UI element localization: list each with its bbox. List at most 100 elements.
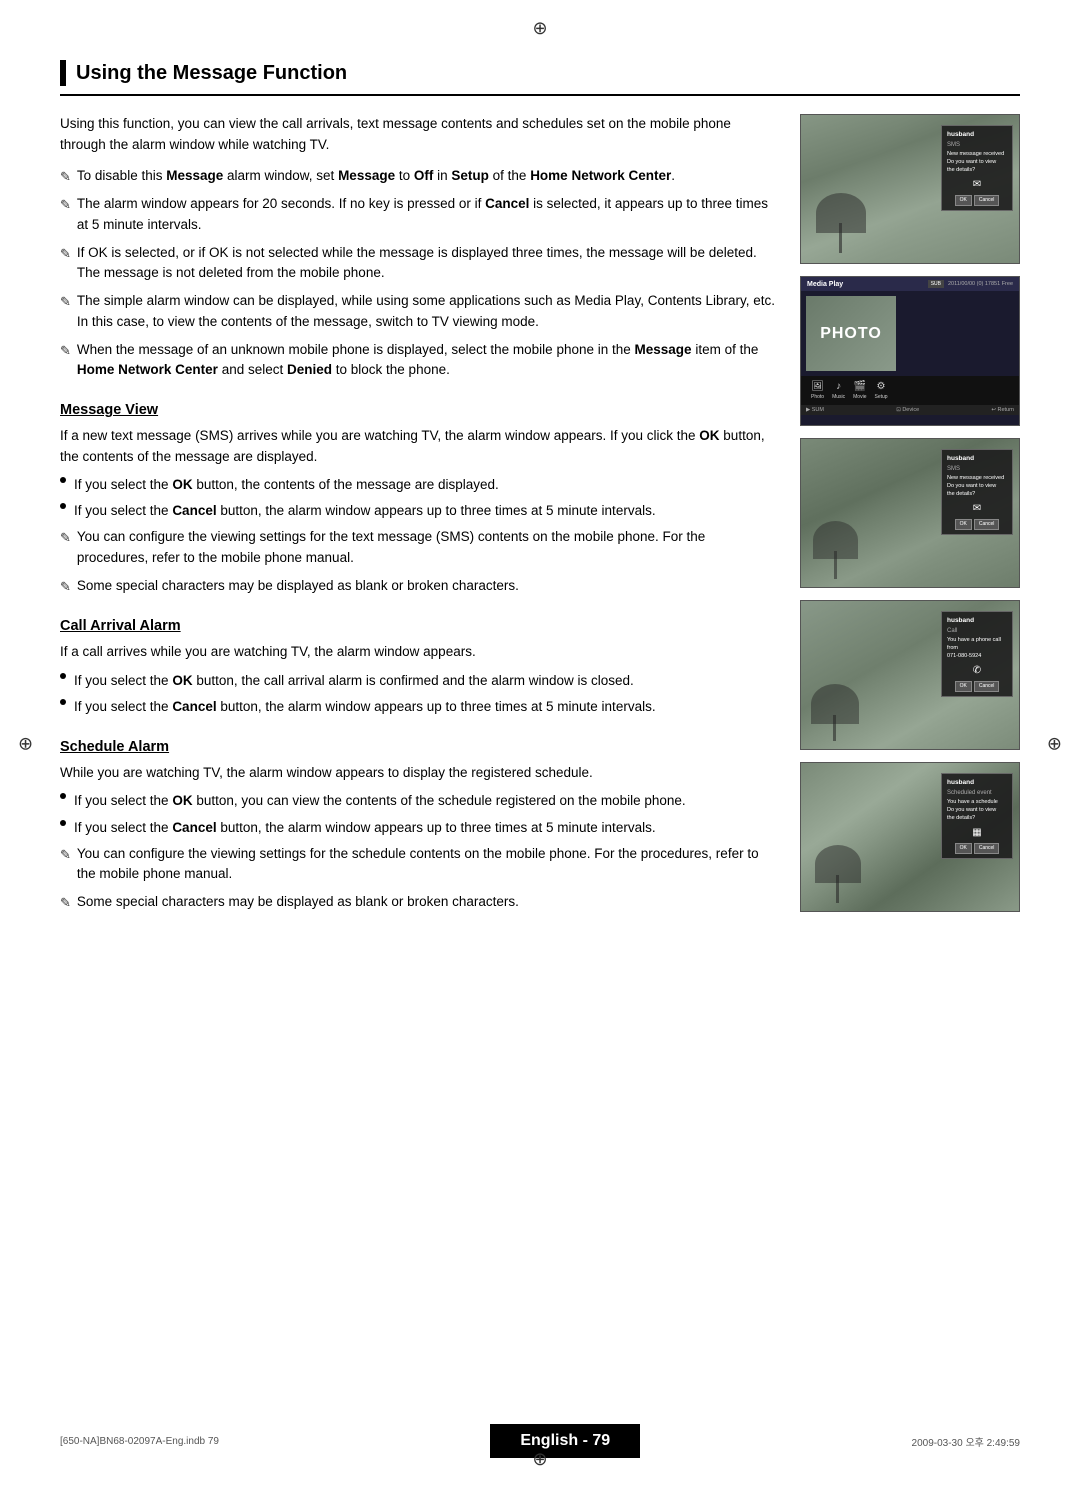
note-icon: ✎ [60,577,71,597]
media-icon-setup[interactable]: ⚙ Setup [874,381,887,400]
message-note-1: ✎ You can configure the viewing settings… [60,527,780,568]
note-text-2: The alarm window appears for 20 seconds.… [77,194,780,235]
popup-buttons-2: OK Cancel [947,519,1007,530]
right-compass-icon: ⊕ [1047,734,1062,755]
tv-bg-2: husband SMS New message receivedDo you w… [801,439,1019,587]
photo-icon: 🖼 [811,381,824,392]
media-play-title: Media Play [807,281,843,288]
sms-popup-1: husband SMS New message receivedDo you w… [941,125,1013,211]
screenshot-sms-2: husband SMS New message receivedDo you w… [800,438,1020,588]
media-header: Media Play SUB 2011/00/00 (0) 17851 Free [801,277,1019,291]
schedule-popup-title: husband [947,778,1007,787]
page-title: Using the Message Function [76,62,347,85]
call-popup-ok[interactable]: OK [955,681,972,692]
title-bar-decoration [60,60,66,86]
popup-cancel-1[interactable]: Cancel [974,195,1000,206]
schedule-bullet-text-1: If you select the OK button, you can vie… [74,791,780,811]
message-note-text-2: Some special characters may be displayed… [77,576,780,596]
note-item-3: ✎ If OK is selected, or if OK is not sel… [60,243,780,284]
note-icon-5: ✎ [60,341,71,361]
note-item-1: ✎ To disable this Message alarm window, … [60,166,780,187]
top-compass-icon: ⊕ [532,18,547,39]
popup-msg-1: New message receivedDo you want to viewt… [947,151,1007,174]
note-item-4: ✎ The simple alarm window can be display… [60,291,780,332]
schedule-popup-cancel[interactable]: Cancel [974,843,1000,854]
note-icon-2: ✎ [60,195,71,215]
schedule-popup-subtitle: Scheduled event [947,789,1007,797]
message-bullet-text-2: If you select the Cancel button, the ala… [74,501,780,521]
media-icon-photo[interactable]: 🖼 Photo [811,381,824,400]
popup-cancel-2[interactable]: Cancel [974,519,1000,530]
media-play-screen: Media Play SUB 2011/00/00 (0) 17851 Free… [801,277,1019,425]
call-popup-msg: You have a phone callfrom071-080-5924 [947,637,1007,660]
popup-ok-1[interactable]: OK [955,195,972,206]
call-bullet-2: If you select the Cancel button, the ala… [60,697,780,717]
media-icon-row: 🖼 Photo ♪ Music 🎬 Movie ⚙ [801,376,1019,405]
message-note-text-1: You can configure the viewing settings f… [77,527,780,568]
note-text-1: To disable this Message alarm window, se… [77,166,780,186]
screenshot-call: husband Call You have a phone callfrom07… [800,600,1020,750]
note-icon-4: ✎ [60,292,71,312]
popup-icon-2: ✉ [947,502,1007,516]
schedule-note-text-2: Some special characters may be displayed… [77,892,780,912]
note-text-5: When the message of an unknown mobile ph… [77,340,780,381]
main-layout: Using this function, you can view the ca… [60,114,1020,921]
call-popup-buttons: OK Cancel [947,681,1007,692]
right-images-column: husband SMS New message receivedDo you w… [800,114,1020,921]
note-icon: ✎ [60,893,71,913]
schedule-popup-ok[interactable]: OK [955,843,972,854]
schedule-popup-msg: You have a scheduleDo you want to viewth… [947,799,1007,822]
music-icon: ♪ [836,381,841,392]
schedule-bullet-text-2: If you select the Cancel button, the ala… [74,818,780,838]
footer-page-number: English - 79 [490,1424,640,1458]
tv-bg-3: husband Call You have a phone callfrom07… [801,601,1019,749]
media-thumbnail: PHOTO [806,296,896,371]
popup-title-2: husband [947,454,1007,463]
call-popup-cancel[interactable]: Cancel [974,681,1000,692]
footer-left-text: [650-NA]BN68-02097A-Eng.indb 79 [60,1436,219,1447]
sub-badge: SUB [928,280,944,288]
media-footer: ▶ SUM ⊡ Device ↩ Return [801,405,1019,415]
media-photo-area: PHOTO [801,291,1019,376]
message-bullet-1: If you select the OK button, the content… [60,475,780,495]
schedule-note-text-1: You can configure the viewing settings f… [77,844,780,885]
message-bullet-text-1: If you select the OK button, the content… [74,475,780,495]
intro-paragraph: Using this function, you can view the ca… [60,114,780,156]
footer-device: ⊡ Device [896,407,919,413]
movie-label: Movie [853,394,866,400]
popup-msg-2: New message receivedDo you want to viewt… [947,475,1007,498]
left-content: Using this function, you can view the ca… [60,114,780,921]
call-bullet-1: If you select the OK button, the call ar… [60,671,780,691]
schedule-note-1: ✎ You can configure the viewing settings… [60,844,780,885]
media-icon-movie[interactable]: 🎬 Movie [853,381,866,400]
schedule-popup: husband Scheduled event You have a sched… [941,773,1013,859]
setup-icon: ⚙ [877,381,886,392]
note-text-3: If OK is selected, or if OK is not selec… [77,243,780,284]
call-popup-title: husband [947,616,1007,625]
note-item-5: ✎ When the message of an unknown mobile … [60,340,780,381]
note-item-2: ✎ The alarm window appears for 20 second… [60,194,780,235]
bullet-dot [60,477,66,483]
bullet-dot [60,699,66,705]
note-text-4: The simple alarm window can be displayed… [77,291,780,332]
note-icon: ✎ [60,528,71,548]
schedule-alarm-intro: While you are watching TV, the alarm win… [60,763,780,783]
page-title-section: Using the Message Function [60,60,1020,96]
message-bullet-2: If you select the Cancel button, the ala… [60,501,780,521]
footer-return: ↩ Return [991,407,1014,413]
movie-icon: 🎬 [854,381,866,392]
screenshot-sms-1: husband SMS New message receivedDo you w… [800,114,1020,264]
screenshot-schedule: husband Scheduled event You have a sched… [800,762,1020,912]
call-popup-subtitle: Call [947,627,1007,635]
schedule-note-2: ✎ Some special characters may be display… [60,892,780,913]
popup-ok-2[interactable]: OK [955,519,972,530]
tv-bg-4: husband Scheduled event You have a sched… [801,763,1019,911]
schedule-bullet-1: If you select the OK button, you can vie… [60,791,780,811]
footer-sum: ▶ SUM [806,407,824,413]
note-icon: ✎ [60,845,71,865]
call-arrival-intro: If a call arrives while you are watching… [60,642,780,662]
media-icon-music[interactable]: ♪ Music [832,381,845,400]
popup-buttons-1: OK Cancel [947,195,1007,206]
music-label: Music [832,394,845,400]
call-popup-icon: ✆ [947,664,1007,678]
